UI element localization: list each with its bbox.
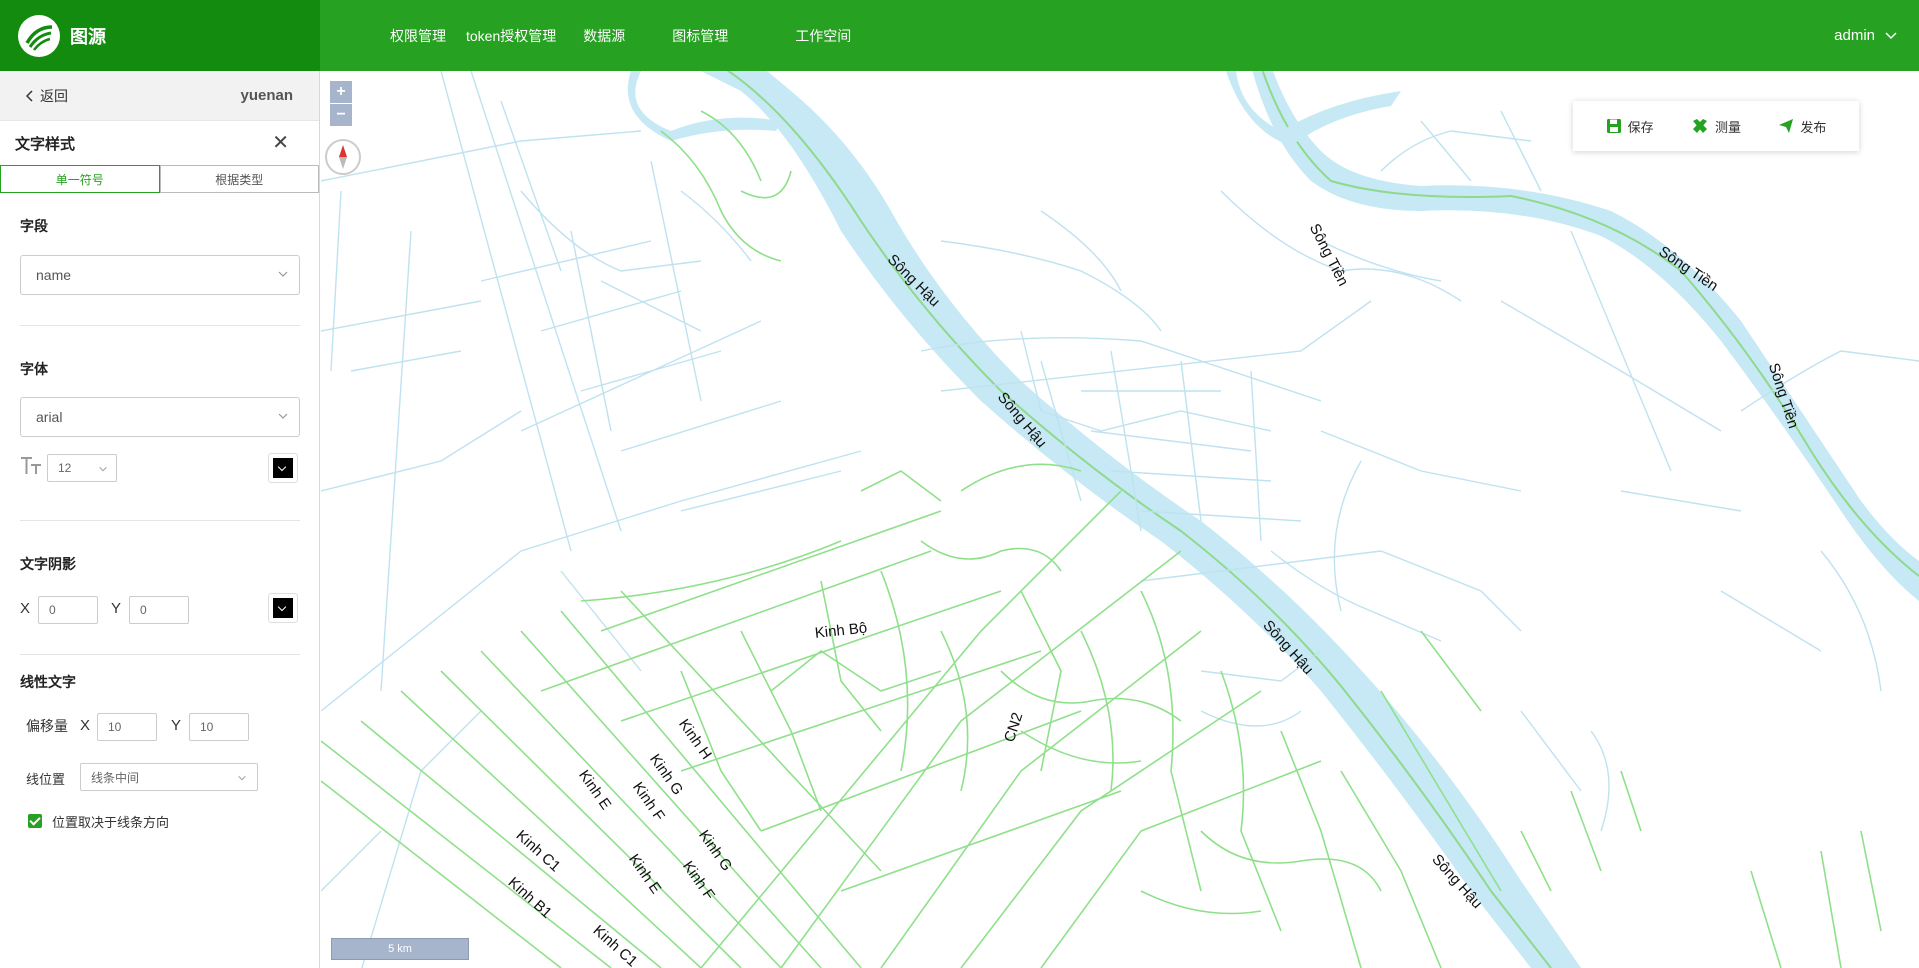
font-select-value: arial bbox=[36, 409, 63, 425]
nav-datasource[interactable]: 数据源 bbox=[583, 26, 625, 46]
nav-permissions[interactable]: 权限管理 bbox=[390, 26, 446, 46]
map-toolbar: 保存 测量 发布 bbox=[1573, 101, 1859, 151]
map-features bbox=[321, 71, 1919, 968]
compass-icon[interactable] bbox=[325, 139, 361, 175]
nav-workspace[interactable]: 工作空间 bbox=[795, 26, 851, 46]
save-button[interactable]: 保存 bbox=[1606, 117, 1654, 136]
top-header: 图源 权限管理 token授权管理 数据源 图标管理 工作空间 admin bbox=[0, 0, 1919, 71]
map-canvas[interactable]: + − 5 km 保存 测量 发布 Sông Tiền Sông Tiền Sô… bbox=[321, 71, 1919, 968]
tab-by-type[interactable]: 根据类型 bbox=[159, 165, 319, 193]
shadow-color-picker[interactable] bbox=[268, 593, 298, 623]
chevron-down-icon bbox=[99, 466, 107, 472]
canal-network bbox=[321, 71, 1919, 968]
color-swatch bbox=[273, 458, 293, 478]
paper-plane-icon bbox=[1779, 119, 1794, 133]
brand-name: 图源 bbox=[70, 26, 106, 47]
linear-text-label: 线性文字 bbox=[20, 674, 76, 690]
brand[interactable]: 图源 bbox=[0, 0, 320, 71]
font-size-value: 12 bbox=[58, 461, 72, 475]
line-position-value: 线条中间 bbox=[91, 770, 140, 785]
close-icon[interactable]: ✕ bbox=[272, 133, 289, 153]
chevron-down-icon bbox=[278, 413, 288, 419]
chevron-left-icon bbox=[26, 89, 33, 102]
offset-y-label: Y bbox=[171, 717, 182, 734]
measure-button[interactable]: 测量 bbox=[1691, 117, 1741, 136]
offset-label: 偏移量 bbox=[26, 718, 68, 734]
divider bbox=[20, 654, 300, 655]
scale-bar: 5 km bbox=[331, 938, 469, 960]
shadow-x-input[interactable]: 0 bbox=[38, 596, 98, 624]
font-label: 字体 bbox=[20, 361, 48, 377]
style-sidebar: 返回 yuenan 文字样式 ✕ 单一符号 根据类型 字段 name 字体 ar… bbox=[0, 71, 320, 968]
tab-single-symbol[interactable]: 单一符号 bbox=[0, 165, 160, 193]
font-color-picker[interactable] bbox=[268, 453, 298, 483]
chevron-down-icon bbox=[1885, 31, 1897, 39]
back-bar: 返回 yuenan bbox=[0, 71, 319, 121]
shadow-x-value: 0 bbox=[49, 603, 56, 617]
field-label: 字段 bbox=[20, 218, 48, 234]
measure-label: 测量 bbox=[1714, 119, 1741, 135]
measure-icon bbox=[1692, 119, 1707, 133]
nav-token-auth[interactable]: token授权管理 bbox=[466, 26, 556, 46]
chevron-down-icon bbox=[238, 775, 246, 781]
shadow-y-input[interactable]: 0 bbox=[129, 596, 189, 624]
direction-checkbox[interactable] bbox=[28, 814, 42, 828]
back-button[interactable]: 返回 bbox=[26, 86, 68, 106]
shadow-x-label: X bbox=[20, 600, 31, 617]
panel-header: 文字样式 ✕ bbox=[0, 121, 319, 165]
line-position-label: 线位置 bbox=[26, 772, 66, 787]
user-menu[interactable]: admin bbox=[1834, 0, 1897, 71]
offset-y-input[interactable]: 10 bbox=[189, 713, 249, 741]
direction-checkbox-label: 位置取决于线条方向 bbox=[52, 815, 170, 830]
username: admin bbox=[1834, 27, 1875, 44]
field-select[interactable]: name bbox=[20, 255, 300, 295]
logo-icon bbox=[18, 14, 60, 57]
save-label: 保存 bbox=[1627, 119, 1654, 135]
offset-x-value: 10 bbox=[108, 720, 122, 734]
back-label: 返回 bbox=[40, 87, 68, 104]
shadow-y-value: 0 bbox=[140, 603, 147, 617]
zoom-out-button[interactable]: − bbox=[330, 104, 352, 126]
divider bbox=[20, 520, 300, 521]
publish-button[interactable]: 发布 bbox=[1778, 117, 1826, 136]
font-select[interactable]: arial bbox=[20, 397, 300, 437]
divider bbox=[20, 325, 300, 326]
font-size-icon bbox=[21, 457, 41, 474]
offset-x-label: X bbox=[80, 717, 91, 734]
zoom-in-button[interactable]: + bbox=[330, 81, 352, 103]
color-swatch bbox=[273, 598, 293, 618]
main-nav: 权限管理 token授权管理 数据源 图标管理 工作空间 bbox=[390, 0, 851, 71]
offset-x-input[interactable]: 10 bbox=[97, 713, 157, 741]
line-position-select[interactable]: 线条中间 bbox=[80, 763, 258, 791]
font-size-select[interactable]: 12 bbox=[47, 454, 117, 482]
style-tabs: 单一符号 根据类型 bbox=[0, 165, 319, 193]
field-select-value: name bbox=[36, 267, 72, 283]
nav-icon-management[interactable]: 图标管理 bbox=[672, 26, 728, 46]
publish-label: 发布 bbox=[1800, 119, 1827, 135]
project-name: yuenan bbox=[240, 87, 293, 104]
floppy-disk-icon bbox=[1606, 119, 1621, 133]
shadow-y-label: Y bbox=[111, 600, 122, 617]
chevron-down-icon bbox=[278, 271, 288, 277]
offset-y-value: 10 bbox=[200, 720, 214, 734]
panel-title: 文字样式 bbox=[15, 135, 76, 153]
shadow-label: 文字阴影 bbox=[20, 556, 76, 572]
